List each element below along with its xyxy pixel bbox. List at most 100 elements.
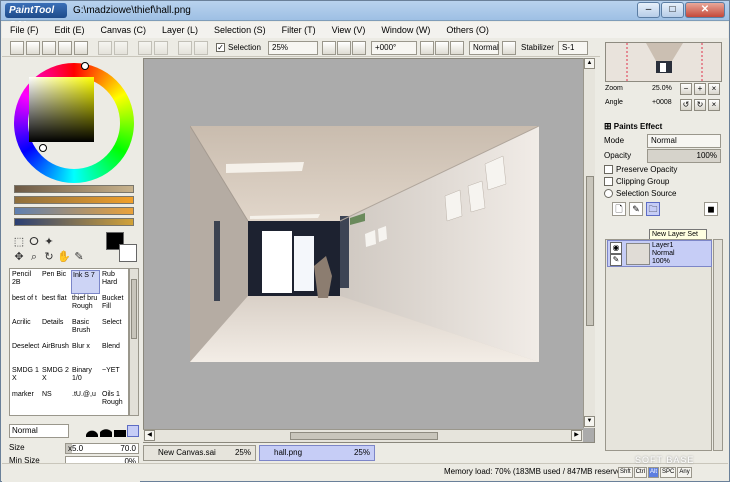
brush-item[interactable]: thief bru Rough (71, 294, 100, 318)
nav-rotate-reset-icon[interactable]: × (708, 99, 720, 111)
brush-item[interactable]: SMDG 1 X (11, 366, 40, 390)
canvas-image[interactable] (190, 126, 539, 362)
menu-filter[interactable]: Filter (T) (274, 25, 324, 35)
zoom-icon[interactable]: ⌕ (27, 250, 41, 264)
brush-item[interactable]: Oils 2 (71, 414, 100, 415)
new-layer-set-icon[interactable]: 🗀 (646, 202, 660, 216)
layer-scrollbar[interactable] (713, 239, 723, 451)
color-slider-2[interactable] (14, 196, 134, 204)
brush-item[interactable]: Basic Brush (71, 318, 100, 342)
brush-scrollbar[interactable] (129, 268, 139, 416)
rotate-icon[interactable]: ↻ (42, 250, 56, 264)
selection-checkbox[interactable]: ✓ (216, 43, 225, 53)
zoom-out-icon[interactable] (322, 41, 336, 55)
nav-zoom-out-icon[interactable]: − (680, 83, 692, 95)
menu-canvas[interactable]: Canvas (C) (93, 25, 155, 35)
navigator-preview[interactable] (605, 42, 722, 82)
new-layer-icon[interactable]: 🗋 (612, 202, 626, 216)
scroll-left-icon[interactable]: ◀ (144, 430, 155, 441)
lasso-icon[interactable]: ⵔ (27, 235, 41, 249)
magic-wand-icon[interactable]: ✦ (42, 235, 56, 249)
hand-icon[interactable]: ✋ (57, 250, 71, 264)
brush-shape-3[interactable] (114, 425, 126, 437)
resize-icon[interactable] (194, 41, 208, 55)
brush-item[interactable]: Blur x (71, 342, 100, 366)
brush-item[interactable]: Acrilic (11, 318, 40, 342)
close-button[interactable]: ✕ (685, 2, 725, 18)
canvas-horizontal-scrollbar[interactable]: ◀ ▶ (143, 429, 583, 442)
brush-item[interactable]: Pencil 2B (11, 270, 40, 294)
tab-hall[interactable]: hall.png 25% (259, 445, 375, 461)
brush-item[interactable]: Select (101, 318, 128, 342)
layer-row[interactable]: ◉ ✎ Layer1 Normal 100% (607, 240, 712, 267)
hue-knob[interactable] (81, 62, 89, 70)
brush-item[interactable]: Deselect (11, 342, 40, 366)
color-slider-4[interactable] (14, 218, 134, 226)
brush-item[interactable]: Bucket Fill (101, 294, 128, 318)
undo-icon[interactable] (98, 41, 112, 55)
layer-mask-icon[interactable]: ◼ (704, 202, 718, 216)
brush-item[interactable]: ~YET (101, 366, 128, 390)
zoom-select[interactable]: 25% (268, 41, 318, 55)
clipping-group-checkbox[interactable] (604, 177, 613, 187)
palette-icon[interactable] (74, 41, 88, 55)
nav-rotate-right-icon[interactable]: ↻ (694, 99, 706, 111)
brush-item[interactable]: Oils 1 Rough (101, 390, 128, 414)
minimize-button[interactable]: – (637, 2, 660, 18)
stabilizer-select[interactable]: S-1 (558, 41, 588, 55)
clipping-group-option[interactable]: Clipping Group (604, 177, 669, 187)
list-view-2-icon[interactable] (42, 41, 56, 55)
brush-item[interactable]: guache (11, 414, 40, 415)
brush-shape-1[interactable] (86, 425, 98, 437)
menu-file[interactable]: File (F) (2, 25, 47, 35)
move-icon[interactable]: ✥ (12, 250, 26, 264)
scroll-down-icon[interactable]: ▼ (584, 416, 595, 427)
brush-item[interactable]: best flat (41, 294, 70, 318)
zoom-reset-icon[interactable] (352, 41, 366, 55)
brush-item[interactable]: best of t (11, 294, 40, 318)
selection-source-option[interactable]: Selection Source (604, 189, 676, 199)
preserve-opacity-checkbox[interactable] (604, 165, 613, 175)
brush-item[interactable]: Oils 2 (41, 414, 70, 415)
blend-mode-select[interactable]: Normal (9, 424, 69, 438)
menu-selection[interactable]: Selection (S) (206, 25, 274, 35)
tab-new-canvas[interactable]: New Canvas.sai 25% (143, 445, 256, 461)
brush-item[interactable]: Blend (101, 342, 128, 366)
eye-icon[interactable]: ◉ (610, 242, 622, 254)
nav-zoom-in-icon[interactable]: + (694, 83, 706, 95)
menu-others[interactable]: Others (O) (438, 25, 497, 35)
brush-shape-2[interactable] (100, 425, 112, 437)
pen-lock-icon[interactable]: ✎ (610, 254, 622, 266)
brush-item[interactable]: .tU.@,u (71, 390, 100, 414)
brush-item[interactable]: Ink S 7 (71, 270, 100, 294)
crop-icon[interactable] (178, 41, 192, 55)
selection-source-radio[interactable] (604, 189, 613, 199)
color-slider-1[interactable] (14, 185, 134, 193)
brush-item[interactable]: AirBrush (41, 342, 70, 366)
color-slider-3[interactable] (14, 207, 134, 215)
size-slider[interactable]: x5.0 70.0 (65, 443, 139, 454)
brush-item[interactable]: Binary 1/0 (71, 366, 100, 390)
menu-view[interactable]: View (V) (324, 25, 374, 35)
preserve-opacity-option[interactable]: Preserve Opacity (604, 165, 677, 175)
brush-item[interactable]: Rub Hard (101, 270, 128, 294)
rotate-right-icon[interactable] (435, 41, 449, 55)
flip-icon[interactable] (502, 41, 516, 55)
background-color[interactable] (119, 244, 137, 262)
rotate-reset-icon[interactable] (450, 41, 464, 55)
rotate-left-icon[interactable] (420, 41, 434, 55)
canvas-vertical-scrollbar[interactable]: ▲ ▼ (583, 58, 595, 428)
saturation-value-square[interactable] (29, 77, 94, 142)
invert-selection-icon[interactable] (154, 41, 168, 55)
view-mode-select[interactable]: Normal (469, 41, 499, 55)
list-view-icon[interactable] (26, 41, 40, 55)
menu-window[interactable]: Window (W) (373, 25, 438, 35)
opacity-slider[interactable]: 100% (647, 149, 721, 163)
selection-toggle[interactable]: ✓ Selection (216, 43, 261, 53)
nav-zoom-reset-icon[interactable]: × (708, 83, 720, 95)
layer-mode-select[interactable]: Normal (647, 134, 721, 148)
brush-item[interactable]: NS (41, 390, 70, 414)
brush-shape-4[interactable] (127, 425, 139, 437)
new-linework-layer-icon[interactable]: ✎ (629, 202, 643, 216)
deselect-icon[interactable] (138, 41, 152, 55)
